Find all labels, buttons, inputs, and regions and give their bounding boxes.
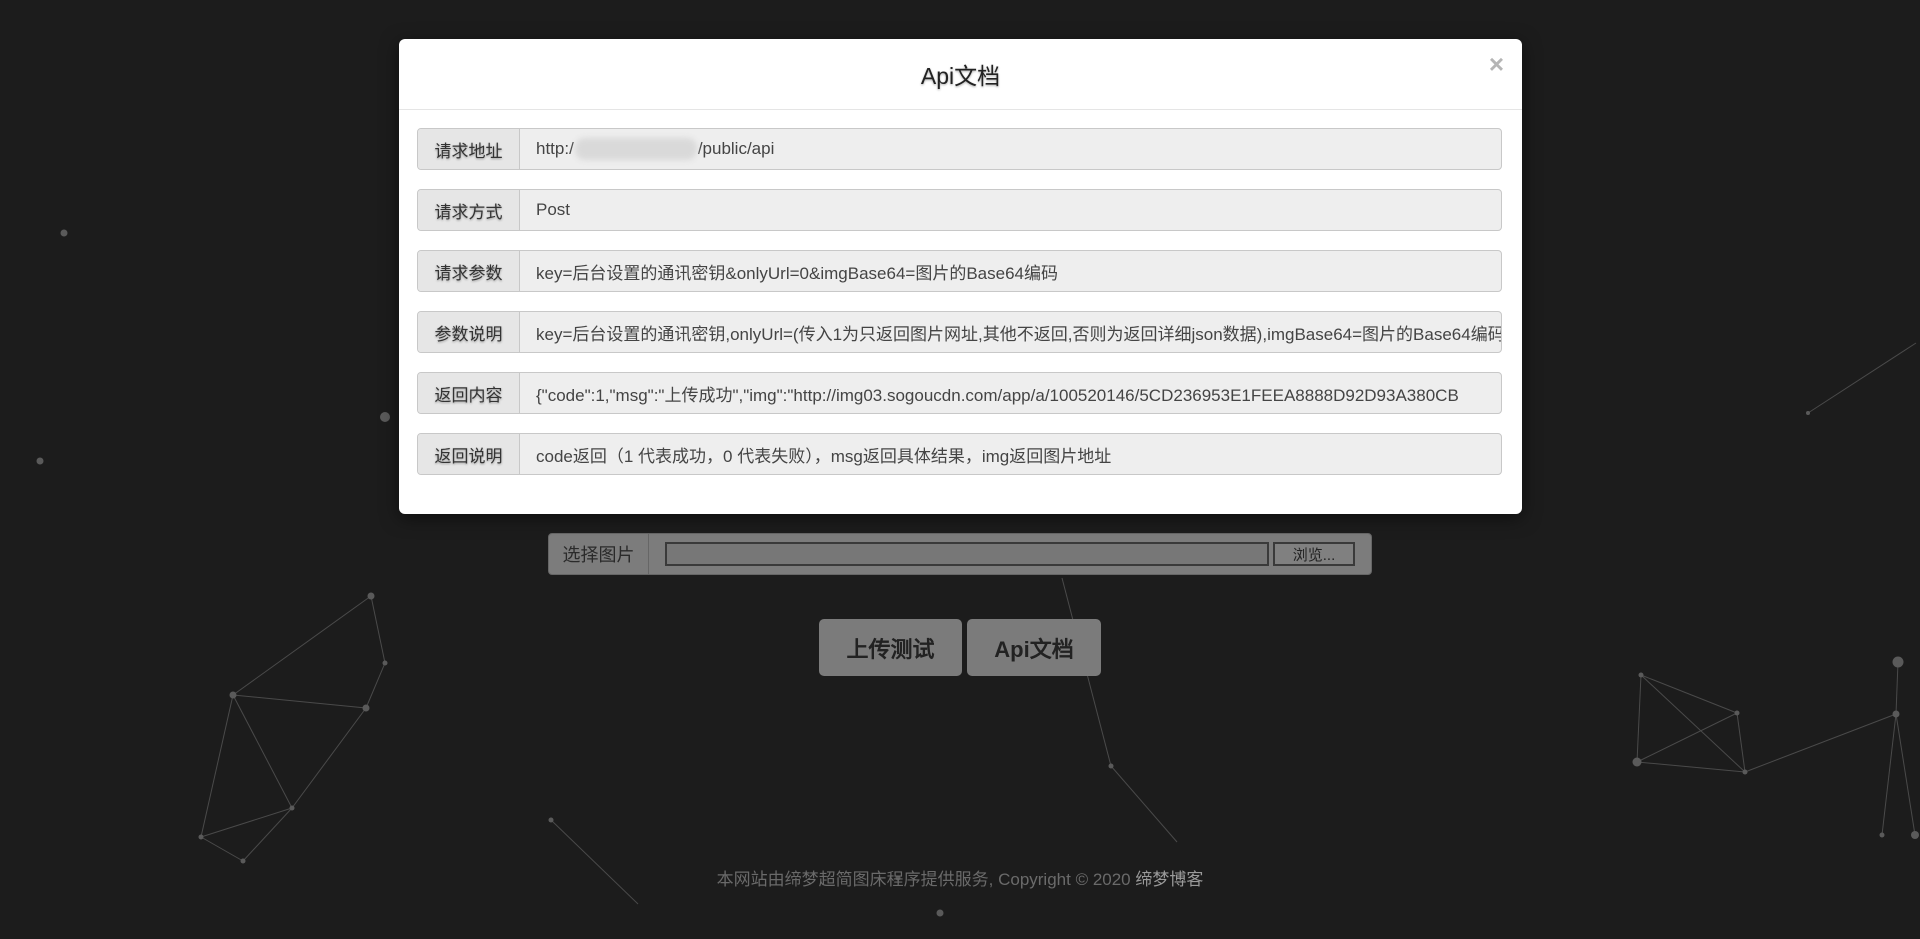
- modal-title: Api文档: [920, 63, 1001, 89]
- request-url-field[interactable]: http:/ /public/api: [520, 129, 1501, 169]
- param-desc-label: 参数说明: [418, 312, 520, 352]
- response-desc-field[interactable]: code返回（1 代表成功，0 代表失败），msg返回具体结果，img返回图片地…: [520, 434, 1501, 474]
- request-url-row: 请求地址 http:/ /public/api: [417, 128, 1502, 170]
- api-doc-modal: Api文档 × 请求地址 http:/ /public/api 请求方式 Post…: [399, 39, 1522, 514]
- modal-header: Api文档 ×: [399, 39, 1522, 110]
- close-icon[interactable]: ×: [1489, 51, 1504, 77]
- request-params-field[interactable]: key=后台设置的通讯密钥&onlyUrl=0&imgBase64=图片的Bas…: [520, 251, 1501, 291]
- response-content-field[interactable]: {"code":1,"msg":"上传成功","img":"http://img…: [520, 373, 1501, 413]
- redacted-domain: [574, 138, 697, 160]
- request-url-suffix: /public/api: [697, 139, 775, 158]
- request-method-row: 请求方式 Post: [417, 189, 1502, 231]
- request-params-label: 请求参数: [418, 251, 520, 291]
- response-desc-row: 返回说明 code返回（1 代表成功，0 代表失败），msg返回具体结果，img…: [417, 433, 1502, 475]
- param-desc-row: 参数说明 key=后台设置的通讯密钥,onlyUrl=(传入1为只返回图片网址,…: [417, 311, 1502, 353]
- request-method-label: 请求方式: [418, 190, 520, 230]
- response-content-label: 返回内容: [418, 373, 520, 413]
- param-desc-field[interactable]: key=后台设置的通讯密钥,onlyUrl=(传入1为只返回图片网址,其他不返回…: [520, 312, 1501, 352]
- response-content-row: 返回内容 {"code":1,"msg":"上传成功","img":"http:…: [417, 372, 1502, 414]
- response-desc-label: 返回说明: [418, 434, 520, 474]
- request-url-prefix: http:/: [536, 139, 574, 158]
- request-params-row: 请求参数 key=后台设置的通讯密钥&onlyUrl=0&imgBase64=图…: [417, 250, 1502, 292]
- request-method-field[interactable]: Post: [520, 190, 1501, 230]
- request-url-label: 请求地址: [418, 129, 520, 169]
